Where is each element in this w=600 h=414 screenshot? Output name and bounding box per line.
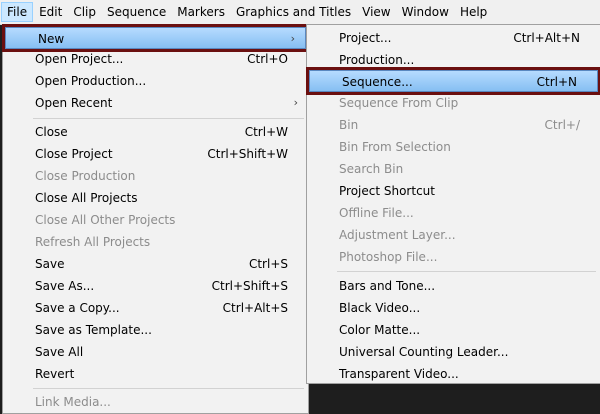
menu-clip[interactable]: Clip	[68, 2, 101, 22]
menu-separator	[33, 388, 304, 389]
file-menu-item-close-all-other-projects: Close All Other Projects	[3, 209, 308, 231]
menu-graphics-and-titles[interactable]: Graphics and Titles	[231, 2, 356, 22]
file-menu-item-save-as-template[interactable]: Save as Template...	[3, 319, 308, 341]
menu-item-label: Open Recent	[35, 96, 113, 110]
menu-item-label: Save All	[35, 345, 84, 359]
menu-item-label: Search Bin	[339, 162, 404, 176]
menu-item-shortcut: Ctrl+O	[247, 52, 288, 66]
file-menu-item-close-production: Close Production	[3, 165, 308, 187]
menu-item-label: Open Project...	[35, 52, 124, 66]
file-menu-item-new[interactable]: New ›	[2, 24, 309, 52]
menu-bar: File Edit Clip Sequence Markers Graphics…	[0, 0, 600, 25]
new-menu-item-bin-from-selection: Bin From Selection	[307, 136, 600, 158]
new-menu-item-bars-and-tone[interactable]: Bars and Tone...	[307, 275, 600, 297]
menu-item-label: Close Production	[35, 169, 136, 183]
file-menu-item-close[interactable]: Close Ctrl+W	[3, 121, 308, 143]
file-menu-item-close-all-projects[interactable]: Close All Projects	[3, 187, 308, 209]
menu-item-label: Transparent Video...	[339, 367, 459, 381]
menu-help[interactable]: Help	[455, 2, 492, 22]
menu-item-label: Production...	[339, 53, 415, 67]
menu-item-shortcut: Ctrl+Shift+S	[211, 279, 288, 293]
menu-item-shortcut: Ctrl+Alt+N	[513, 31, 580, 45]
menu-item-label: Close Project	[35, 147, 113, 161]
menu-item-shortcut: Ctrl+Alt+S	[222, 301, 288, 315]
new-menu-item-transparent-video[interactable]: Transparent Video...	[307, 363, 600, 385]
menu-window[interactable]: Window	[397, 2, 454, 22]
menu-item-label: Save as Template...	[35, 323, 152, 337]
new-menu-item-bin: Bin Ctrl+/	[307, 114, 600, 136]
new-menu-item-sequence-from-clip: Sequence From Clip	[307, 92, 600, 114]
menu-item-label: Adjustment Layer...	[339, 228, 456, 242]
menu-item-label: Save As...	[35, 279, 95, 293]
menu-item-label: Project Shortcut	[339, 184, 435, 198]
menu-item-label: Open Production...	[35, 74, 147, 88]
file-menu-item-link-media: Link Media...	[3, 391, 308, 413]
chevron-right-icon: ›	[293, 96, 298, 109]
chevron-right-icon: ›	[290, 32, 295, 45]
file-menu-dropdown: New › Open Project... Ctrl+O Open Produc…	[2, 24, 309, 414]
menu-file[interactable]: File	[1, 2, 34, 22]
file-menu-item-open-production[interactable]: Open Production...	[3, 70, 308, 92]
menu-item-label: Black Video...	[339, 301, 421, 315]
background-panel	[309, 384, 600, 400]
file-menu-item-refresh-all-projects: Refresh All Projects	[3, 231, 308, 253]
file-menu-item-close-project[interactable]: Close Project Ctrl+Shift+W	[3, 143, 308, 165]
menu-item-label: Bin From Selection	[339, 140, 451, 154]
file-menu-item-save[interactable]: Save Ctrl+S	[3, 253, 308, 275]
menu-item-label: Save a Copy...	[35, 301, 120, 315]
menu-item-label: Universal Counting Leader...	[339, 345, 509, 359]
menu-item-label: Refresh All Projects	[35, 235, 151, 249]
menu-item-label: Save	[35, 257, 65, 271]
new-submenu: Project... Ctrl+Alt+N Production... Sequ…	[306, 24, 600, 384]
menu-item-label: Bin	[339, 118, 359, 132]
file-menu-item-save-a-copy[interactable]: Save a Copy... Ctrl+Alt+S	[3, 297, 308, 319]
menu-separator	[337, 271, 596, 272]
menu-item-label: New	[38, 32, 65, 46]
file-menu-item-open-project[interactable]: Open Project... Ctrl+O	[3, 48, 308, 70]
menu-item-label: Sequence...	[342, 75, 413, 89]
new-menu-item-universal-counting-leader[interactable]: Universal Counting Leader...	[307, 341, 600, 363]
menu-item-label: Revert	[35, 367, 75, 381]
new-menu-item-offline-file: Offline File...	[307, 202, 600, 224]
menu-item-label: Sequence From Clip	[339, 96, 459, 110]
menu-item-label: Photoshop File...	[339, 250, 438, 264]
new-menu-item-photoshop-file: Photoshop File...	[307, 246, 600, 268]
new-menu-item-adjustment-layer: Adjustment Layer...	[307, 224, 600, 246]
new-menu-item-search-bin: Search Bin	[307, 158, 600, 180]
new-menu-item-color-matte[interactable]: Color Matte...	[307, 319, 600, 341]
menu-item-label: Project...	[339, 31, 392, 45]
menu-item-label: Close All Other Projects	[35, 213, 176, 227]
menu-item-shortcut: Ctrl+Shift+W	[207, 147, 288, 161]
new-menu-item-production[interactable]: Production...	[307, 49, 600, 71]
menu-item-shortcut: Ctrl+/	[544, 118, 580, 132]
menu-separator	[33, 118, 304, 119]
new-menu-item-sequence[interactable]: Sequence... Ctrl+N	[306, 67, 600, 95]
menu-item-label: Link Media...	[35, 395, 111, 409]
menu-item-label: Close All Projects	[35, 191, 138, 205]
menu-edit[interactable]: Edit	[34, 2, 67, 22]
file-menu-item-open-recent[interactable]: Open Recent ›	[3, 92, 308, 114]
file-menu-item-save-as[interactable]: Save As... Ctrl+Shift+S	[3, 275, 308, 297]
new-menu-item-black-video[interactable]: Black Video...	[307, 297, 600, 319]
menu-view[interactable]: View	[357, 2, 395, 22]
new-menu-item-project-shortcut[interactable]: Project Shortcut	[307, 180, 600, 202]
menu-sequence[interactable]: Sequence	[102, 2, 171, 22]
menu-item-label: Offline File...	[339, 206, 414, 220]
file-menu-item-revert[interactable]: Revert	[3, 363, 308, 385]
new-menu-item-project[interactable]: Project... Ctrl+Alt+N	[307, 27, 600, 49]
menu-item-label: Color Matte...	[339, 323, 421, 337]
menu-item-shortcut: Ctrl+W	[244, 125, 288, 139]
menu-markers[interactable]: Markers	[172, 2, 230, 22]
menu-item-label: Close	[35, 125, 68, 139]
menu-item-shortcut: Ctrl+N	[536, 75, 577, 89]
menu-item-label: Bars and Tone...	[339, 279, 436, 293]
menu-item-shortcut: Ctrl+S	[248, 257, 288, 271]
file-menu-item-save-all[interactable]: Save All	[3, 341, 308, 363]
